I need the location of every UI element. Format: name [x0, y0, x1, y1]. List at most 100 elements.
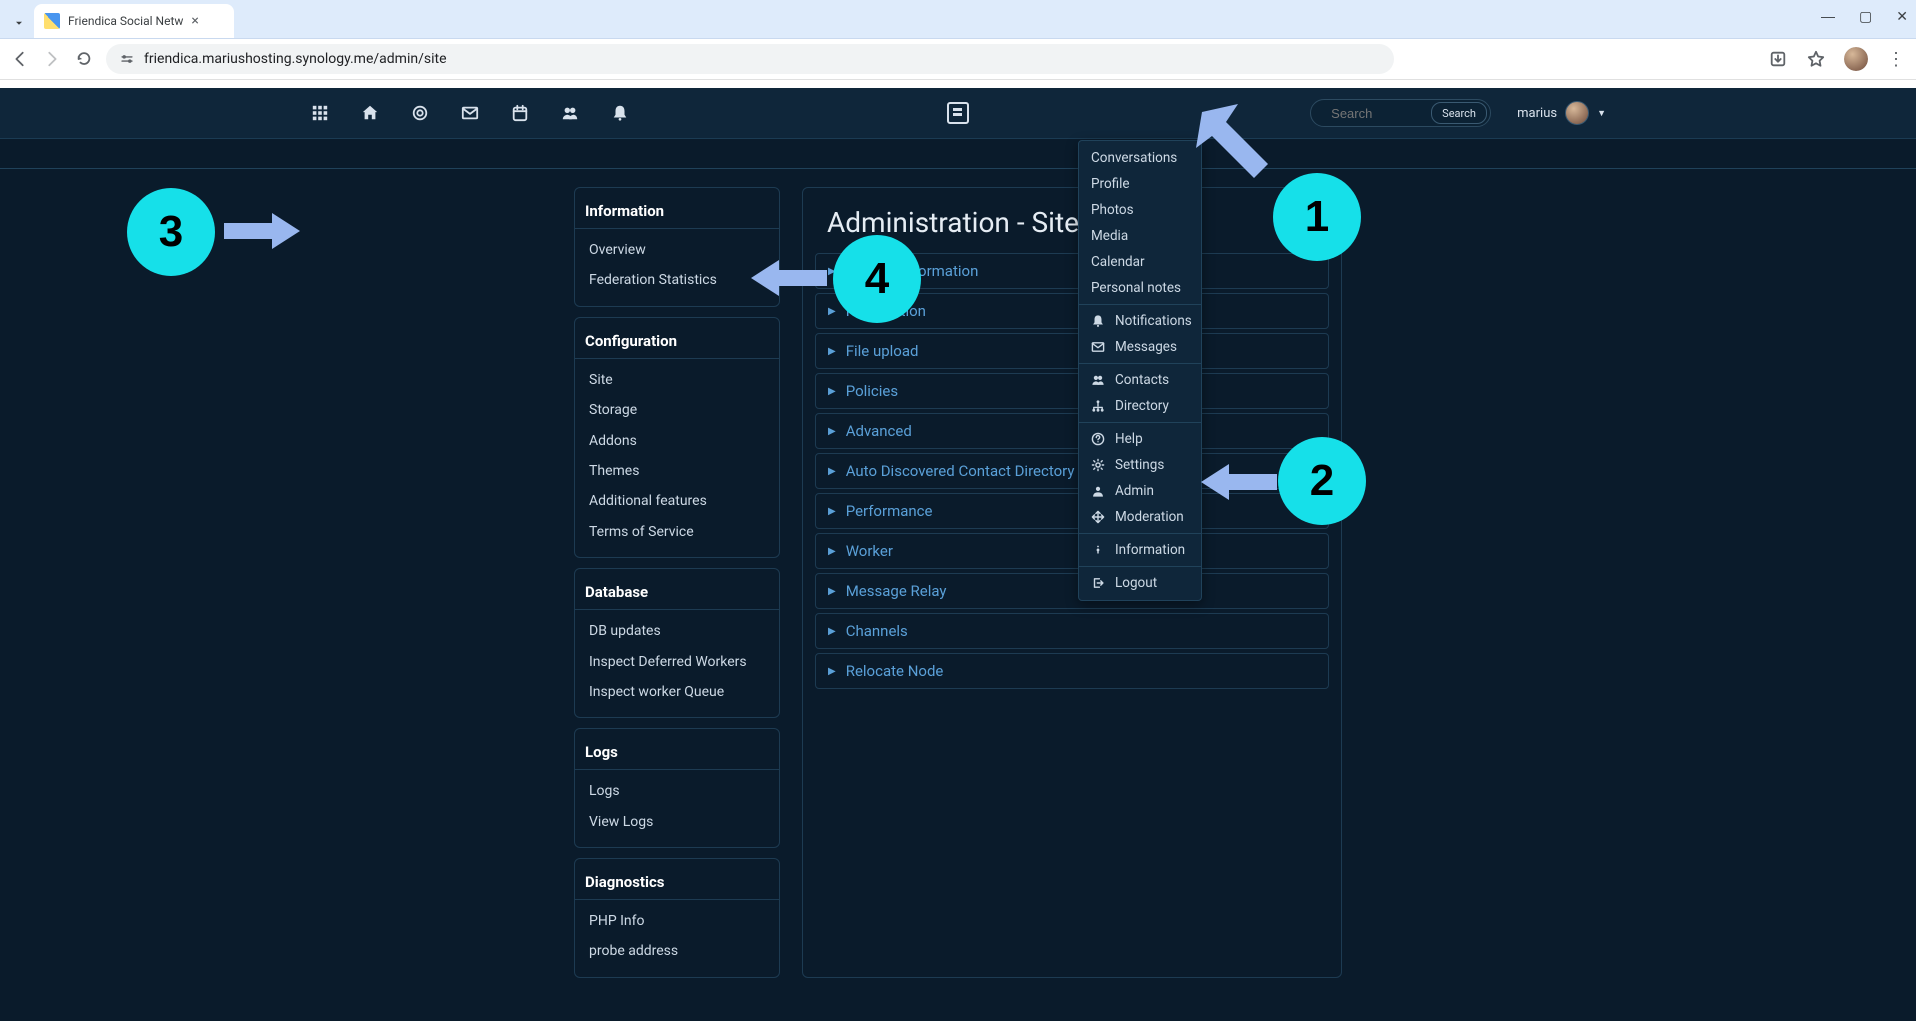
sidebar-item-view-logs[interactable]: View Logs — [575, 807, 779, 837]
maximize-button[interactable]: ▢ — [1859, 8, 1872, 25]
user-menu-label: Profile — [1091, 176, 1130, 192]
user-menu-item[interactable]: Admin — [1079, 478, 1201, 504]
arrows-icon — [1091, 510, 1105, 524]
accordion-section[interactable]: ▶Channels — [815, 613, 1329, 649]
user-menu-label: Media — [1091, 228, 1128, 244]
community-icon[interactable] — [410, 103, 430, 123]
chevron-right-icon: ▶ — [828, 466, 836, 477]
user-menu-item[interactable]: Logout — [1079, 570, 1201, 596]
user-menu-item[interactable]: Messages — [1079, 334, 1201, 360]
chrome-menu-icon[interactable]: ⋮ — [1886, 49, 1906, 70]
accordion-label: File upload — [846, 342, 919, 360]
sidebar-item-terms-of-service[interactable]: Terms of Service — [575, 517, 779, 547]
user-menu-item[interactable]: Photos — [1079, 197, 1201, 223]
user-menu-label: Directory — [1115, 398, 1169, 414]
signout-icon — [1091, 576, 1105, 590]
user-menu-item[interactable]: Directory — [1079, 393, 1201, 419]
sidebar-heading: Database — [575, 579, 779, 610]
user-menu-label: Contacts — [1115, 372, 1169, 388]
user-menu-item[interactable]: Contacts — [1079, 367, 1201, 393]
browser-tab[interactable]: Friendica Social Netw × — [34, 4, 234, 38]
sidebar-item-php-info[interactable]: PHP Info — [575, 906, 779, 936]
window-buttons: — ▢ ✕ — [1821, 8, 1908, 25]
chevron-right-icon: ▶ — [828, 306, 836, 317]
bookmark-star-icon[interactable] — [1806, 50, 1826, 68]
sidebar-item-themes[interactable]: Themes — [575, 456, 779, 486]
sidebar-item-inspect-worker-queue[interactable]: Inspect worker Queue — [575, 677, 779, 707]
forward-button[interactable] — [42, 50, 62, 68]
user-avatar — [1565, 101, 1589, 125]
sidebar-heading: Diagnostics — [575, 869, 779, 900]
sidebar-item-db-updates[interactable]: DB updates — [575, 616, 779, 646]
address-bar[interactable]: friendica.mariushosting.synology.me/admi… — [106, 44, 1394, 74]
sidebar-item-probe-address[interactable]: probe address — [575, 936, 779, 966]
accordion-label: Advanced — [846, 422, 912, 440]
chrome-profile-avatar[interactable] — [1844, 47, 1868, 71]
user-menu-label: Logout — [1115, 575, 1157, 591]
search-input[interactable] — [1329, 105, 1423, 122]
info-icon — [1091, 543, 1105, 557]
site-settings-icon[interactable] — [120, 52, 134, 66]
close-window-button[interactable]: ✕ — [1896, 8, 1908, 25]
sidebar-item-logs[interactable]: Logs — [575, 776, 779, 806]
user-menu-item[interactable]: Help — [1079, 426, 1201, 452]
accordion-label: Performance — [846, 502, 933, 520]
friendica-logo[interactable] — [947, 102, 969, 124]
sidebar-heading: Information — [575, 198, 779, 229]
accordion-label: Policies — [846, 382, 898, 400]
reload-button[interactable] — [74, 50, 94, 68]
notifications-icon[interactable] — [610, 103, 630, 123]
annotation-badge-3: 3 — [127, 188, 215, 276]
accordion-section[interactable]: ▶Relocate Node — [815, 653, 1329, 689]
bell-icon — [1091, 314, 1105, 328]
install-app-icon[interactable] — [1768, 50, 1788, 68]
accordion-section[interactable]: ▶Advanced — [815, 413, 1329, 449]
tab-close-icon[interactable]: × — [191, 13, 198, 29]
annotation-badge-1: 1 — [1273, 173, 1361, 261]
messages-icon[interactable] — [460, 103, 480, 123]
back-button[interactable] — [10, 50, 30, 68]
accordion-section[interactable]: ▶Worker — [815, 533, 1329, 569]
user-menu-item[interactable]: Information — [1079, 537, 1201, 563]
annotation-arrow-1 — [1196, 104, 1286, 194]
search-button[interactable]: Search — [1431, 102, 1487, 124]
user-menu-label: Conversations — [1091, 150, 1177, 166]
user-menu-item[interactable]: Media — [1079, 223, 1201, 249]
annotation-arrow-2 — [1197, 464, 1281, 500]
home-icon[interactable] — [360, 103, 380, 123]
minimize-button[interactable]: — — [1821, 8, 1835, 25]
apps-grid-icon[interactable] — [310, 103, 330, 123]
accordion-section[interactable]: ▶ Policies — [815, 373, 1329, 409]
sidebar-item-site[interactable]: Site — [575, 365, 779, 395]
url-text: friendica.mariushosting.synology.me/admi… — [144, 51, 447, 67]
sidebar-item-additional-features[interactable]: Additional features — [575, 486, 779, 516]
user-menu-item[interactable]: Personal notes — [1079, 275, 1201, 301]
user-menu-item[interactable]: Calendar — [1079, 249, 1201, 275]
accordion-label: Message Relay — [846, 582, 947, 600]
sidebar-item-addons[interactable]: Addons — [575, 426, 779, 456]
contacts-icon[interactable] — [560, 103, 580, 123]
sidebar-card-configuration: Configuration Site Storage Addons Themes… — [574, 317, 780, 558]
chevron-right-icon: ▶ — [828, 546, 836, 557]
user-menu-item[interactable]: Moderation — [1079, 504, 1201, 530]
friendica-topnav: Search marius ▼ — [0, 88, 1916, 139]
search-box[interactable]: Search — [1310, 99, 1491, 127]
user-menu-item[interactable]: Profile — [1079, 171, 1201, 197]
sidebar-item-storage[interactable]: Storage — [575, 395, 779, 425]
tab-list-dropdown[interactable] — [6, 10, 32, 36]
sidebar-heading: Configuration — [575, 328, 779, 359]
user-menu-item[interactable]: Conversations — [1079, 145, 1201, 171]
user-menu-item[interactable]: Settings — [1079, 452, 1201, 478]
accordion-section[interactable]: ▶Message Relay — [815, 573, 1329, 609]
calendar-icon[interactable] — [510, 103, 530, 123]
user-menu-item[interactable]: Notifications — [1079, 308, 1201, 334]
user-menu-label: Photos — [1091, 202, 1134, 218]
sidebar-item-inspect-deferred-workers[interactable]: Inspect Deferred Workers — [575, 647, 779, 677]
sitemap-icon — [1091, 399, 1105, 413]
user-menu-trigger[interactable]: marius ▼ — [1517, 101, 1606, 125]
favicon-icon — [44, 13, 60, 29]
admin-sidebar: Information Overview Federation Statisti… — [574, 187, 780, 978]
chevron-right-icon: ▶ — [828, 386, 836, 397]
accordion-section[interactable]: ▶File upload — [815, 333, 1329, 369]
chevron-right-icon: ▶ — [828, 626, 836, 637]
